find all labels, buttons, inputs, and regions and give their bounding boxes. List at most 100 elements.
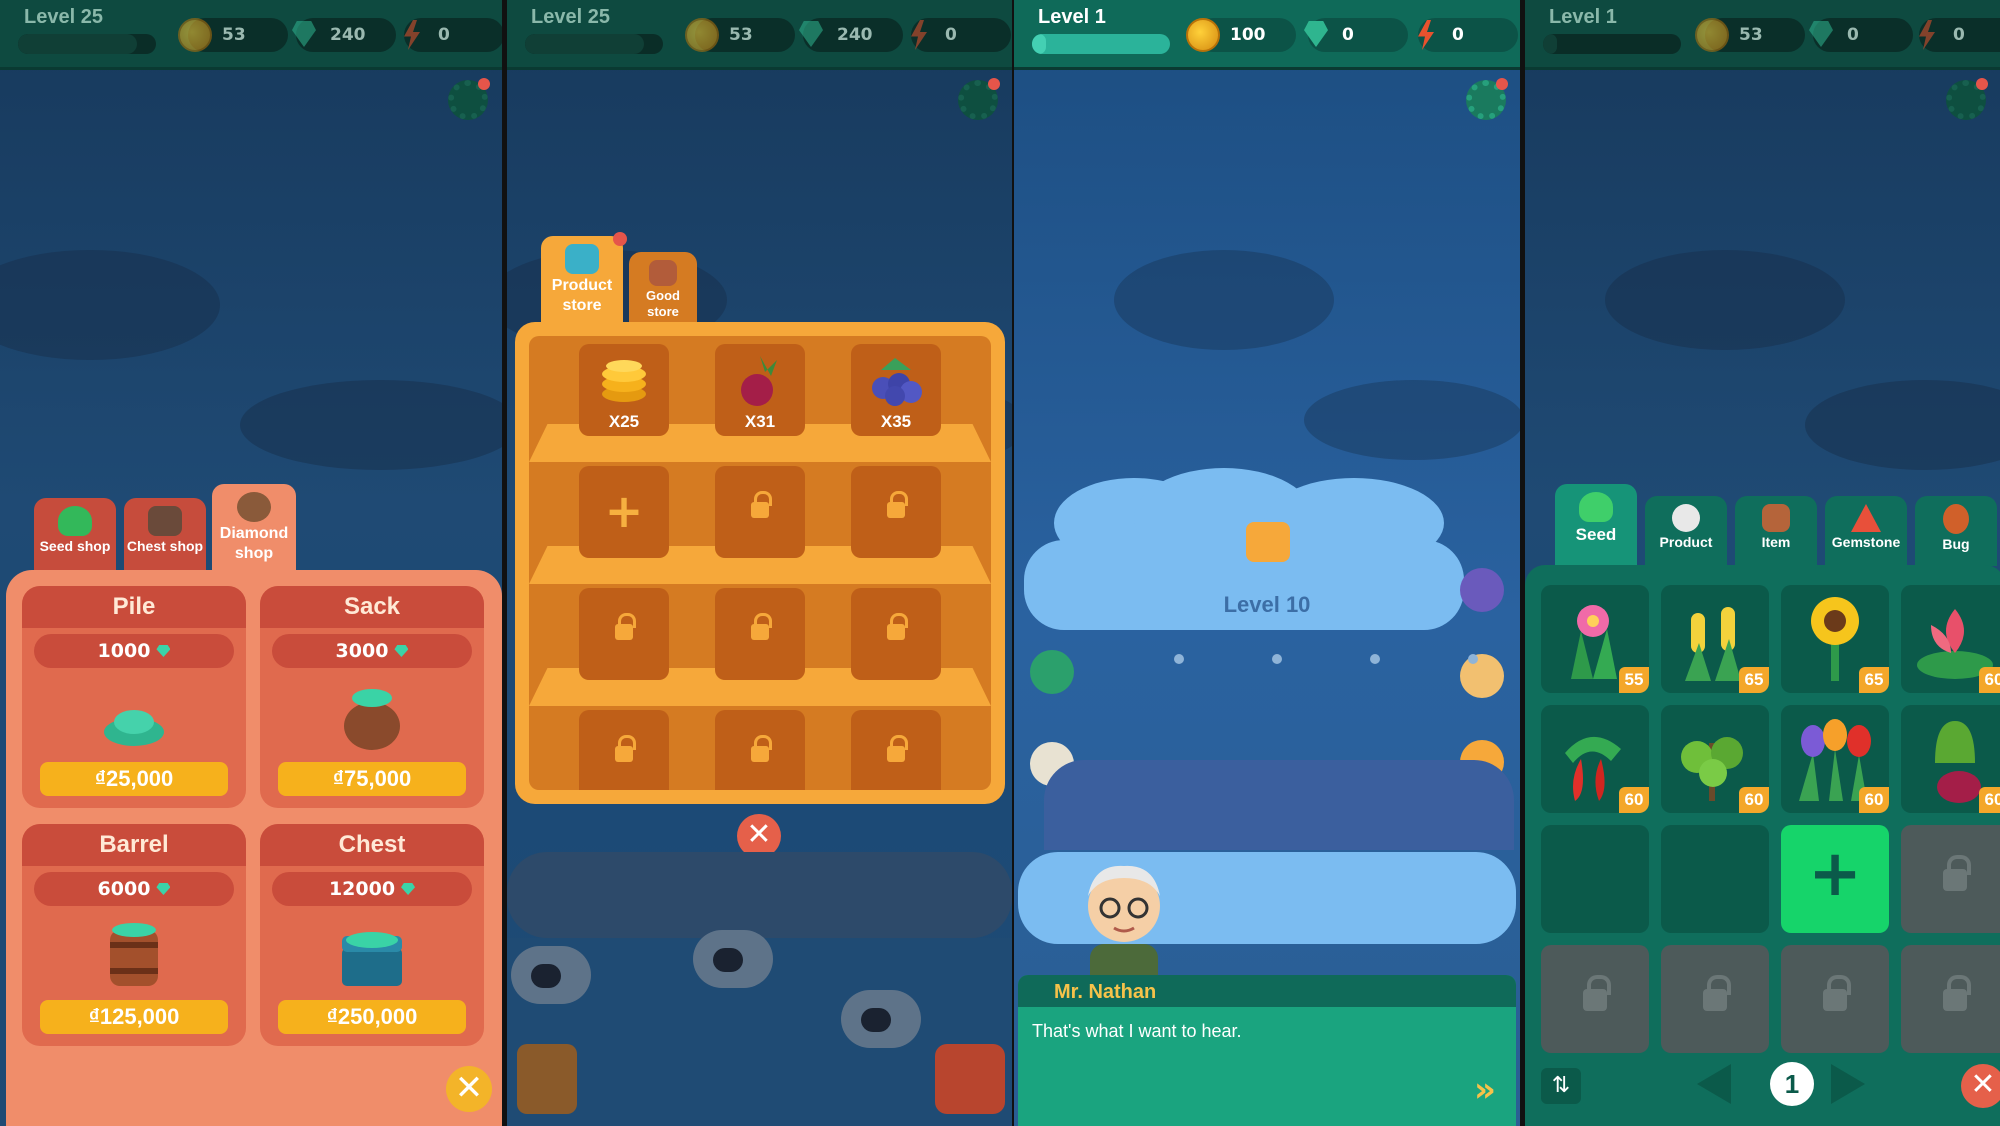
tab-product[interactable]: Product (1645, 496, 1727, 566)
seed-slot-beet[interactable]: 60 (1901, 705, 2000, 813)
close-icon[interactable]: ✕ (446, 1066, 492, 1112)
prev-page-icon[interactable] (1697, 1064, 1731, 1104)
seed-slot-corn[interactable]: 65 (1661, 585, 1769, 693)
lock-icon (887, 491, 908, 520)
locked-slot (715, 466, 805, 558)
tab-chest-shop[interactable]: Chest shop (124, 498, 206, 570)
gem-icon (1803, 18, 1837, 52)
pack-card[interactable]: Sack 3000 ₫75,000 (260, 586, 484, 808)
pagination: ⇅ 1 ✕ (1525, 1062, 2000, 1112)
next-page-icon[interactable] (1831, 1064, 1865, 1104)
pack-card[interactable]: Chest 12000 ₫250,000 (260, 824, 484, 1046)
seed-slot-lily[interactable]: 55 (1541, 585, 1649, 693)
shelf-slot[interactable]: X31 (715, 344, 805, 436)
level-label: Level 25 (531, 6, 610, 28)
seed-box-icon[interactable] (517, 1044, 577, 1114)
coin-icon (685, 18, 719, 52)
pack-name: Barrel (22, 824, 246, 866)
tab-product-store[interactable]: Product store (541, 232, 627, 324)
product-shelf: X25 X31 X35 + (515, 322, 1005, 804)
tab-diamond-shop[interactable]: Diamond shop (212, 484, 296, 570)
bug-icon (1943, 504, 1969, 534)
gem-counter[interactable]: 240 (803, 18, 903, 52)
diamond-shop-screen: Level 25 53 240 0 Seed shop Chest shop D… (0, 0, 502, 1126)
energy-counter[interactable]: 0 (404, 18, 502, 52)
dialog-box[interactable]: Mr. Nathan That's what I want to hear. » (1018, 975, 1516, 1126)
settings-gear-icon[interactable] (448, 78, 490, 120)
settings-gear-icon[interactable] (1946, 78, 1988, 120)
coin-counter[interactable]: 100 (1186, 18, 1296, 52)
tab-item[interactable]: Item (1735, 496, 1817, 566)
coin-counter[interactable]: 53 (1695, 18, 1805, 52)
coin-icon (178, 18, 212, 52)
buy-button[interactable]: ₫25,000 (40, 762, 228, 796)
seed-slot-tulip[interactable]: 60 (1781, 705, 1889, 813)
pack-card[interactable]: Barrel 6000 ₫125,000 (22, 824, 246, 1046)
energy-counter[interactable]: 0 (1418, 18, 1518, 52)
pack-name: Chest (260, 824, 484, 866)
xp-bar (525, 34, 663, 54)
tab-bug[interactable]: Bug (1915, 496, 1997, 566)
story-dialog-screen: Level 1 100 0 0 Level 10 Mr. Nathan That… (1014, 0, 1520, 1126)
top-hud: Level 25 53 240 0 (507, 0, 1012, 70)
add-slot-button[interactable]: + (579, 466, 669, 558)
shelf-slot[interactable]: X35 (851, 344, 941, 436)
seed-slot-bush[interactable]: 60 (1661, 705, 1769, 813)
xp-bar (1543, 34, 1681, 54)
seed-count: 55 (1619, 667, 1649, 693)
bolt-icon (394, 18, 428, 52)
gem-counter[interactable]: 240 (296, 18, 396, 52)
settings-gear-icon[interactable] (958, 78, 1000, 120)
top-hud: Level 1 53 0 0 (1525, 0, 2000, 70)
gem-icon (286, 18, 320, 52)
tab-seed-shop[interactable]: Seed shop (34, 498, 116, 570)
seed-sprout-icon (1579, 492, 1613, 522)
pack-card[interactable]: Pile 1000 ₫25,000 (22, 586, 246, 808)
notification-dot (613, 232, 627, 246)
gem-counter[interactable]: 0 (1813, 18, 1913, 52)
forest (1044, 760, 1514, 850)
sort-icon[interactable]: ⇅ (1541, 1068, 1581, 1104)
handshake-icon[interactable] (1460, 568, 1504, 612)
bolt-icon (901, 18, 935, 52)
seed-count: 60 (1979, 787, 2000, 813)
add-slot-button[interactable]: + (1781, 825, 1889, 933)
market-stall-icon[interactable] (935, 1044, 1005, 1114)
next-arrow-icon[interactable]: » (1474, 1070, 1496, 1110)
empty-slot[interactable] (1541, 825, 1649, 933)
lock-icon (1943, 855, 1971, 893)
inventory-screen: Level 1 53 0 0 Seed Product Item Gemston… (1525, 0, 2000, 1126)
item-quantity: X35 (880, 412, 912, 431)
pack-amount: 3000 (272, 634, 472, 668)
seed-slot-lotus[interactable]: 60 (1901, 585, 2000, 693)
seed-slot-sunflower[interactable]: 65 (1781, 585, 1889, 693)
tab-seed[interactable]: Seed (1555, 484, 1637, 566)
party-icon[interactable] (1030, 650, 1074, 694)
product-store-screen: Level 25 53 240 0 Product store Good sto… (507, 0, 1012, 1126)
settings-gear-icon[interactable] (1466, 78, 1508, 120)
locked-slot (579, 710, 669, 790)
inventory-panel: 55 65 65 60 60 60 60 60 + (1525, 565, 2000, 1126)
coin-counter[interactable]: 53 (178, 18, 288, 52)
plus-icon: + (1808, 837, 1862, 911)
energy-counter[interactable]: 0 (911, 18, 1011, 52)
tab-good-store[interactable]: Good store (629, 252, 697, 324)
seed-count: 60 (1979, 667, 2000, 693)
buy-button[interactable]: ₫75,000 (278, 762, 466, 796)
coin-counter[interactable]: 53 (685, 18, 795, 52)
locked-slot (1901, 825, 2000, 933)
buy-button[interactable]: ₫250,000 (278, 1000, 466, 1034)
lock-icon (1943, 975, 1971, 1013)
seed-slot-chili[interactable]: 60 (1541, 705, 1649, 813)
energy-counter[interactable]: 0 (1919, 18, 2000, 52)
close-icon[interactable]: ✕ (1961, 1064, 2000, 1108)
pack-amount: 1000 (34, 634, 234, 668)
top-hud: Level 25 53 240 0 (0, 0, 502, 70)
gem-counter[interactable]: 0 (1308, 18, 1408, 52)
tab-gemstone[interactable]: Gemstone (1825, 496, 1907, 566)
shelf-slot[interactable]: X25 (579, 344, 669, 436)
buy-button[interactable]: ₫125,000 (40, 1000, 228, 1034)
dialog-text: That's what I want to hear. (1032, 1021, 1242, 1041)
market-icon[interactable] (1460, 654, 1504, 698)
empty-slot[interactable] (1661, 825, 1769, 933)
